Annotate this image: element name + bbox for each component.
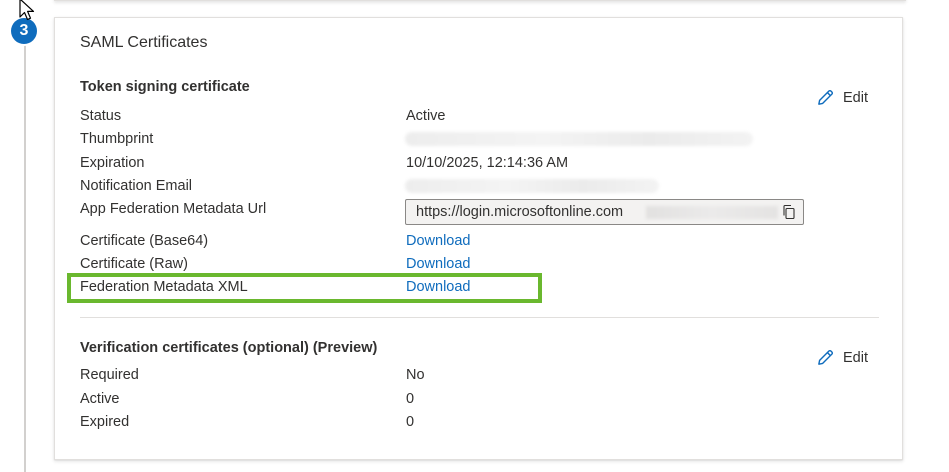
metadata-url-field[interactable]: https://login.microsoftonline.com <box>405 199 804 225</box>
edit-label: Edit <box>843 89 868 106</box>
pencil-icon <box>818 89 834 105</box>
status-value: Active <box>406 108 446 124</box>
federation-metadata-highlight-box <box>67 273 542 303</box>
expired-label: Expired <box>80 414 130 430</box>
certificate-raw-label: Certificate (Raw) <box>80 256 188 272</box>
active-value: 0 <box>406 391 415 407</box>
active-label: Active <box>80 391 120 407</box>
step-rail <box>24 40 26 472</box>
verification-certificates-title: Verification certificates (optional) (Pr… <box>80 340 378 356</box>
certificate-base64-label: Certificate (Base64) <box>80 233 209 249</box>
previous-section-card <box>54 0 906 1</box>
verification-edit-button[interactable]: Edit <box>816 348 868 367</box>
certificate-base64-download-link[interactable]: Download <box>406 233 471 249</box>
expired-value: 0 <box>406 414 415 430</box>
metadata-url-redacted <box>646 206 778 219</box>
card-title: SAML Certificates <box>80 34 208 51</box>
notification-email-label: Notification Email <box>80 178 193 194</box>
status-label: Status <box>80 108 122 124</box>
metadata-url-text: https://login.microsoftonline.com <box>416 204 624 220</box>
notification-email-value-redacted <box>405 179 659 193</box>
copy-icon[interactable] <box>781 204 797 220</box>
thumbprint-value-redacted <box>405 132 753 146</box>
saml-certificates-card: SAML Certificates Token signing certific… <box>54 17 903 460</box>
required-label: Required <box>80 367 139 383</box>
token-signing-title: Token signing certificate <box>80 79 250 95</box>
metadata-url-label: App Federation Metadata Url <box>80 201 267 217</box>
certificate-raw-download-link[interactable]: Download <box>406 256 471 272</box>
expiration-label: Expiration <box>80 155 145 171</box>
thumbprint-label: Thumbprint <box>80 131 154 147</box>
saml-settings-page: 3 SAML Certificates Token signing certif… <box>0 0 949 472</box>
edit-label: Edit <box>843 349 868 366</box>
required-value: No <box>406 367 425 383</box>
token-signing-edit-button[interactable]: Edit <box>816 88 868 107</box>
section-divider <box>80 317 879 318</box>
mouse-pointer-icon <box>19 0 35 21</box>
expiration-value: 10/10/2025, 12:14:36 AM <box>406 155 569 171</box>
pencil-icon <box>818 349 834 365</box>
